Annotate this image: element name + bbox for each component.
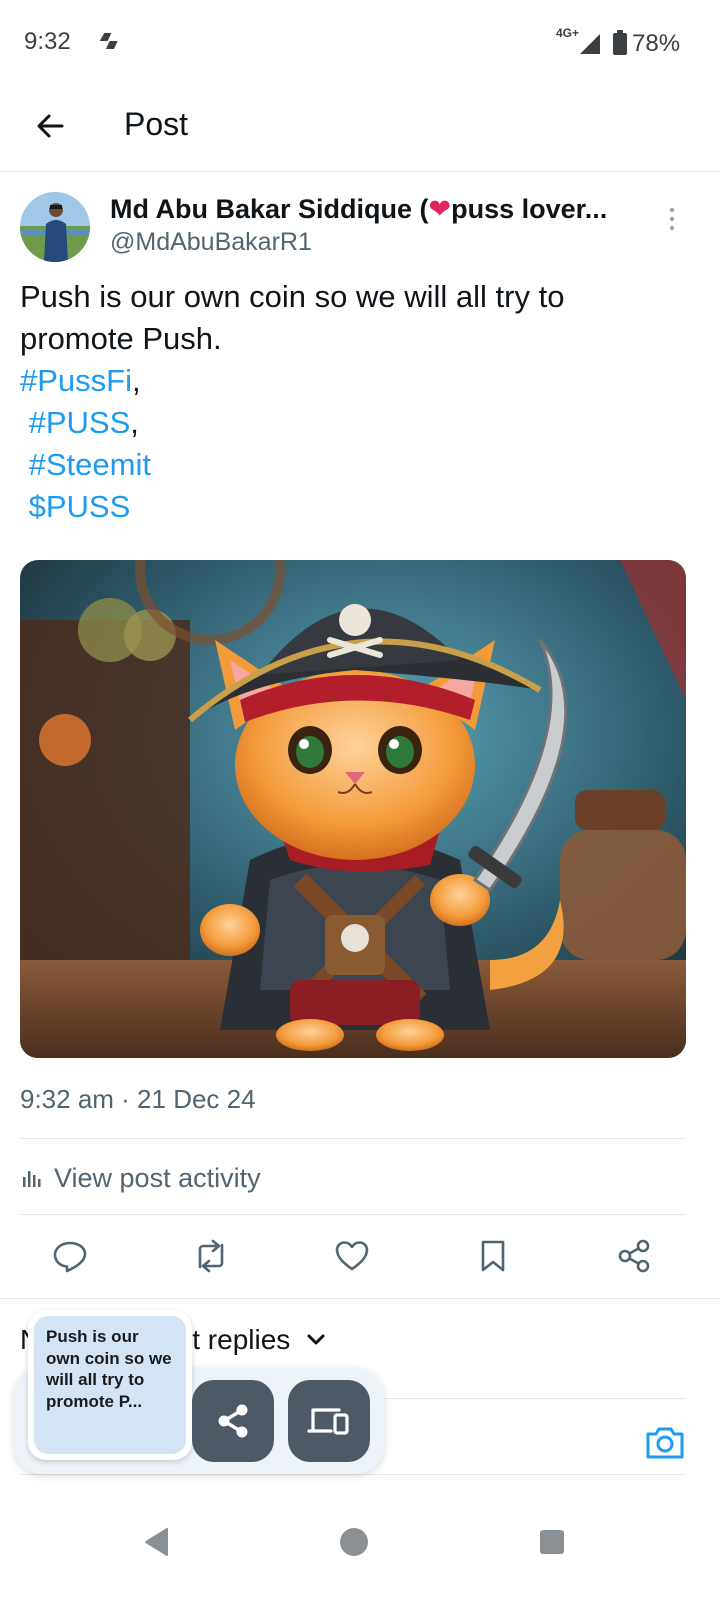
camera-button[interactable] [644, 1424, 686, 1462]
share-icon [618, 1239, 650, 1273]
share-icon [218, 1404, 248, 1438]
like-button[interactable] [332, 1236, 372, 1276]
author-handle[interactable]: @MdAbuBakarR1 [110, 228, 312, 257]
battery-icon [613, 30, 627, 55]
bookmark-button[interactable] [473, 1236, 513, 1276]
status-time: 9:32 [24, 28, 71, 55]
divider [20, 1214, 686, 1215]
hashtag-line: $PUSS [20, 486, 690, 528]
devices-icon [307, 1408, 349, 1435]
share-overlay: Push is our own coin so we will all try … [14, 1310, 384, 1474]
camera-icon [646, 1427, 684, 1459]
square-recents-icon [540, 1530, 564, 1554]
heart-emoji: ❤ [428, 194, 452, 224]
bookmark-icon [481, 1240, 505, 1272]
author-name-suffix: puss lover... [451, 194, 608, 224]
more-vertical-icon [669, 207, 675, 231]
page-title: Post [124, 106, 189, 142]
hashtag-line: #Steemit [20, 444, 690, 486]
system-nav-bar [0, 1486, 720, 1600]
post-image[interactable] [20, 560, 686, 1058]
author-name[interactable]: Md Abu Bakar Siddique (❤puss lover... [110, 194, 630, 225]
app-notification-icon [99, 33, 118, 49]
hashtag-line: #PussFi, [20, 360, 690, 402]
pirate-cat-image [20, 560, 686, 1058]
hashtag-separator: , [130, 405, 139, 440]
more-options-button[interactable] [660, 204, 684, 234]
cashtag-puss[interactable]: $PUSS [20, 489, 131, 524]
post-text-line: promote Push. [20, 321, 222, 356]
like-icon [335, 1241, 369, 1271]
bar-chart-icon [23, 1171, 41, 1187]
view-post-activity-label: View post activity [54, 1162, 261, 1193]
post-text-line: Push is our own coin so we will all try … [20, 279, 565, 314]
post-timestamp: 9:32 am · 21 Dec 24 [20, 1084, 256, 1114]
hashtag-pussfi[interactable]: #PussFi [20, 363, 132, 398]
share-action-button[interactable] [192, 1380, 274, 1462]
repost-button[interactable] [191, 1236, 231, 1276]
divider [20, 1474, 686, 1475]
share-preview-card[interactable]: Push is our own coin so we will all try … [28, 1310, 192, 1460]
author-name-text: Md Abu Bakar Siddique ( [110, 194, 429, 224]
post-text: Push is our own coin so we will all try … [20, 276, 690, 528]
divider [0, 1298, 720, 1299]
header: Post [0, 84, 720, 172]
avatar[interactable] [20, 192, 90, 262]
arrow-left-icon [37, 114, 64, 138]
battery-percent: 78% [632, 30, 681, 57]
hashtag-steemit[interactable]: #Steemit [20, 447, 151, 482]
divider [20, 1138, 686, 1139]
share-button[interactable] [614, 1236, 654, 1276]
nav-home-button[interactable] [336, 1524, 372, 1560]
circle-home-icon [340, 1528, 368, 1556]
hashtag-line: #PUSS, [20, 402, 690, 444]
status-bar: 9:32 4G+ 78% [0, 0, 720, 84]
view-post-activity-button[interactable]: View post activity [20, 1158, 261, 1198]
back-button[interactable] [28, 104, 72, 148]
share-preview-text: Push is our own coin so we will all try … [46, 1327, 172, 1411]
repost-icon [198, 1239, 224, 1273]
nav-recents-button[interactable] [534, 1524, 570, 1560]
reply-icon [53, 1241, 87, 1273]
hashtag-separator: , [131, 363, 141, 398]
reply-button[interactable] [50, 1236, 90, 1276]
signal-icon [580, 34, 600, 54]
nav-back-button[interactable] [138, 1524, 174, 1560]
hashtag-puss[interactable]: #PUSS [20, 405, 131, 440]
network-type: 4G+ [556, 26, 580, 40]
cross-device-button[interactable] [288, 1380, 370, 1462]
avatar-image [20, 192, 90, 262]
triangle-back-icon [145, 1528, 168, 1556]
